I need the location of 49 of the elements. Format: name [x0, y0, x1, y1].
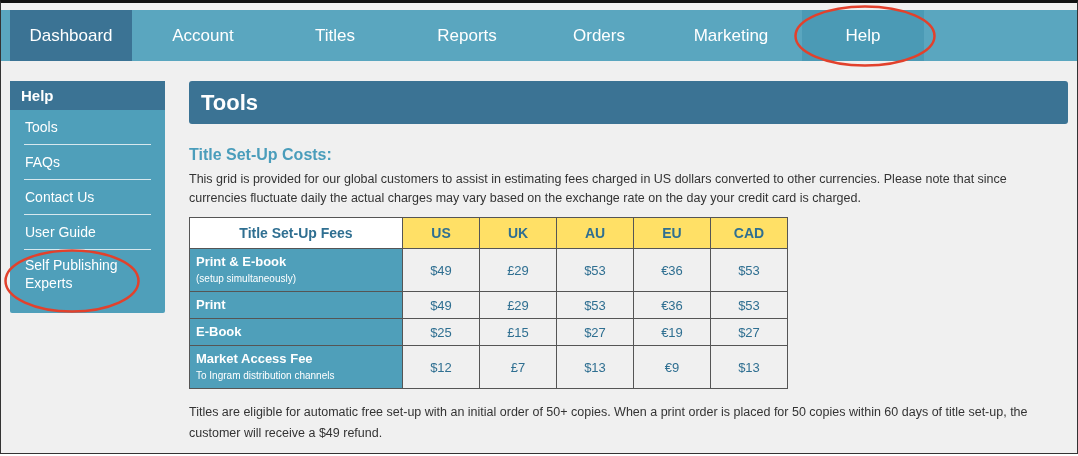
table-cell: €9	[633, 345, 711, 389]
fee-name: E-Book	[196, 323, 243, 341]
sidebar-link[interactable]: Tools	[24, 110, 151, 145]
fee-name: Print & E-book	[196, 253, 288, 271]
sidebar-link[interactable]: User Guide	[24, 215, 151, 250]
column-header: EU	[633, 217, 711, 249]
fee-name: Print	[196, 296, 227, 314]
section-title: Title Set-Up Costs:	[189, 146, 333, 164]
table-cell: $53	[710, 291, 788, 319]
table-cell: $27	[556, 318, 634, 346]
table-cell: $12	[402, 345, 480, 389]
sidebar-link[interactable]: FAQs	[24, 145, 151, 180]
column-header: CAD	[710, 217, 788, 249]
fee-note: To Ingram distribution channels	[196, 369, 336, 383]
table-cell: €19	[633, 318, 711, 346]
sidebar-link[interactable]: Self Publishing Experts	[24, 250, 151, 292]
table-cell: $25	[402, 318, 480, 346]
nav-tab[interactable]: Dashboard	[10, 10, 132, 61]
table-cell: £29	[479, 291, 557, 319]
intro-paragraph: This grid is provided for our global customers to assist in estimating fees charged in US dollars converted to other currencies. Please note that since currencies fluctuate daily the actual charges may vary based on the exchange rate on the day your credit card is charged.	[189, 171, 1008, 207]
table-cell: $49	[402, 291, 480, 319]
page-title: Tools	[189, 81, 1068, 124]
table-cell: $13	[710, 345, 788, 389]
table-cell: $53	[556, 291, 634, 319]
sidebar-title: Help	[10, 81, 165, 110]
column-header: Title Set-Up Fees	[189, 217, 403, 249]
fee-note: (setup simultaneously)	[196, 272, 298, 286]
table-cell: £15	[479, 318, 557, 346]
footer-paragraph: Titles are eligible for automatic free set-up with an initial order of 50+ copies. When a print order is placed for 50 copies within 60 days of title set-up, the customer will receive a $49 refund.	[189, 404, 1029, 442]
table-cell: $27	[710, 318, 788, 346]
nav-tab[interactable]: Orders	[538, 10, 660, 61]
column-header: UK	[479, 217, 557, 249]
nav-tab[interactable]: Titles	[274, 10, 396, 61]
nav-tab[interactable]: Reports	[406, 10, 528, 61]
table-cell: £29	[479, 248, 557, 292]
column-header: US	[402, 217, 480, 249]
table-cell: $53	[556, 248, 634, 292]
nav-tab[interactable]: Help	[802, 10, 924, 61]
table-cell: €36	[633, 248, 711, 292]
table-cell: €36	[633, 291, 711, 319]
nav-tab[interactable]: Account	[142, 10, 264, 61]
table-cell: £7	[479, 345, 557, 389]
sidebar-link[interactable]: Contact Us	[24, 180, 151, 215]
table-cell: $49	[402, 248, 480, 292]
table-cell: $53	[710, 248, 788, 292]
fee-name: Market Access Fee	[196, 350, 314, 368]
nav-tab[interactable]: Marketing	[670, 10, 792, 61]
table-cell: $13	[556, 345, 634, 389]
column-header: AU	[556, 217, 634, 249]
